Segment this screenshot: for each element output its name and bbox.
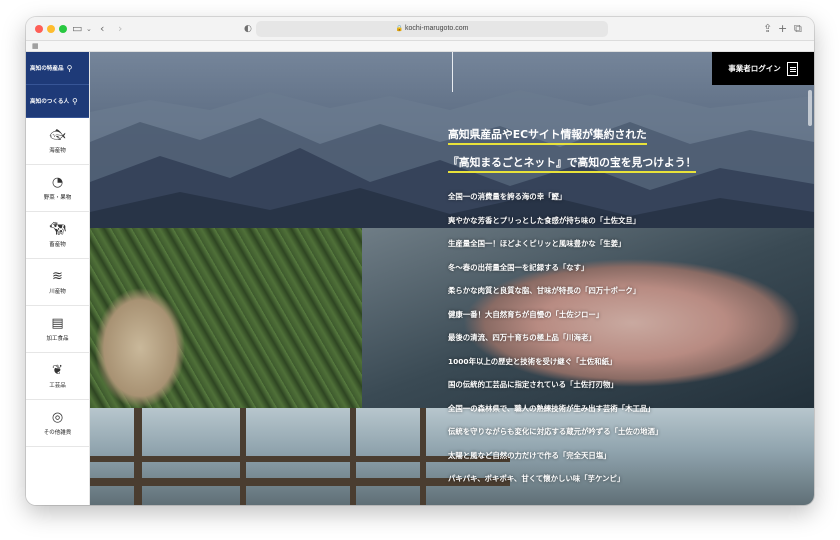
wooden-post	[350, 408, 356, 505]
river-waves-icon: ≋	[52, 268, 63, 284]
scroll-indicator-line	[452, 52, 453, 92]
search-producers-label: 高知のつくる人	[30, 99, 70, 105]
product-item: 全国一の森林県で、職人の熟練技術が生み出す芸術「木工品」	[448, 403, 655, 413]
favorites-bar: ▦	[26, 41, 814, 52]
category-label: 野菜・果物	[43, 194, 72, 201]
document-check-icon	[786, 61, 798, 76]
forward-arrow-icon[interactable]: ›	[118, 21, 122, 37]
search-specialty-products-button[interactable]: 高知の特産品 ⚲	[26, 52, 89, 85]
product-item: 1000年以上の歴史と技術を受け継ぐ「土佐和紙」	[448, 356, 617, 366]
product-item: 柔らかな肉質と良質な脂、甘味が特長の「四万十ポーク」	[448, 286, 641, 295]
category-livestock[interactable]: 🐄︎ 畜産物	[26, 212, 89, 259]
browser-window: ▭ ⌄ ‹ › ◐ 🔒 kochi-marugoto.com ⇪ + ⧉ ▦ 高知…	[26, 17, 814, 505]
close-window-button[interactable]	[35, 25, 43, 33]
product-item: 最後の清流、四万十育ちの極上品「川海老」	[448, 333, 596, 342]
back-arrow-icon[interactable]: ‹	[100, 21, 104, 37]
new-tab-icon[interactable]: +	[778, 21, 787, 37]
leaf-craft-icon: ❦	[52, 362, 63, 378]
ginger-photo	[90, 228, 362, 408]
product-item: 太陽と風など自然の力だけで作る「完全天日塩」	[448, 450, 611, 460]
hero-section: 事業者ログイン 高知県産品やECサイト情報が集約された 『高知まるごとネット』で…	[90, 52, 814, 505]
fruit-icon: ◔	[51, 174, 64, 190]
privacy-shield-icon[interactable]: ◐	[244, 21, 252, 37]
category-vegetables-fruits[interactable]: ◔ 野菜・果物	[26, 165, 89, 212]
wooden-post	[134, 408, 142, 505]
wooden-rail	[90, 478, 510, 486]
jar-icon: ▤	[51, 315, 64, 331]
category-river-products[interactable]: ≋ 川産物	[26, 259, 89, 306]
browser-titlebar: ▭ ⌄ ‹ › ◐ 🔒 kochi-marugoto.com ⇪ + ⧉	[26, 17, 814, 41]
category-misc-goods[interactable]: ◎ その他雑貨	[26, 400, 89, 447]
business-login-button[interactable]: 事業者ログイン	[712, 52, 814, 85]
sidebar-toggle-icon[interactable]: ▭	[72, 21, 82, 37]
share-icon[interactable]: ⇪	[763, 21, 772, 37]
product-item: 爽やかな芳香とプリっとした食感が持ち味の「土佐文旦」	[448, 215, 641, 225]
lock-icon: 🔒	[395, 26, 404, 32]
wooden-rail	[90, 456, 510, 462]
zoom-window-button[interactable]	[59, 25, 67, 33]
tab-overview-icon[interactable]: ⧉	[794, 21, 802, 37]
fish-icon: 🐟︎	[49, 127, 66, 143]
scrollbar[interactable]	[808, 90, 812, 126]
category-label: その他雑貨	[43, 429, 72, 436]
category-label: 畜産物	[49, 241, 66, 248]
category-processed-food[interactable]: ▤ 加工食品	[26, 306, 89, 353]
wooden-post	[420, 408, 426, 505]
circle-misc-icon: ◎	[51, 409, 64, 425]
wooden-post	[240, 408, 246, 505]
web-content: 高知の特産品 ⚲ 高知のつくる人 ⚲ 🐟︎ 海産物 ◔ 野菜・果物 🐄︎ 畜産物…	[26, 52, 814, 505]
product-item: 冬～春の出荷量全国一を記録する「なす」	[448, 262, 589, 272]
search-icon: ⚲	[66, 63, 73, 73]
headline-line-1: 高知県産品やECサイト情報が集約された	[448, 128, 647, 145]
product-list: 全国一の消費量を誇る海の幸「鰹」 爽やかな芳香とプリっとした食感が持ち味の「土佐…	[448, 193, 662, 499]
product-item: 生産量全国一！ほどよくピリッと風味豊かな「生姜」	[448, 239, 626, 248]
hero-headline: 高知県産品やECサイト情報が集約された 『高知まるごとネット』で高知の宝を見つけ…	[448, 128, 697, 173]
headline-line-2: 『高知まるごとネット』で高知の宝を見つけよう！	[448, 156, 697, 173]
product-item: 伝統を守りながらも変化に対応する蔵元が吟ずる「土佐の地酒」	[448, 427, 663, 436]
search-icon: ⚲	[72, 96, 78, 106]
category-crafts[interactable]: ❦ 工芸品	[26, 353, 89, 400]
search-producers-button[interactable]: 高知のつくる人 ⚲	[26, 85, 89, 118]
category-sidebar: 高知の特産品 ⚲ 高知のつくる人 ⚲ 🐟︎ 海産物 ◔ 野菜・果物 🐄︎ 畜産物…	[26, 52, 90, 505]
address-bar[interactable]: 🔒 kochi-marugoto.com	[256, 21, 608, 37]
chevron-down-icon[interactable]: ⌄	[86, 21, 92, 37]
minimize-window-button[interactable]	[47, 25, 55, 33]
login-label: 事業者ログイン	[728, 64, 781, 73]
category-label: 工芸品	[49, 382, 66, 389]
product-item: パキパキ、ポキポキ、甘くて懐かしい味「芋ケンピ」	[448, 474, 625, 483]
product-item: 国の伝統的工芸品に指定されている「土佐打刃物」	[448, 380, 618, 389]
url-text: kochi-marugoto.com	[405, 25, 469, 32]
category-seafood[interactable]: 🐟︎ 海産物	[26, 118, 89, 165]
product-item: 健康一番！大自然育ちが自慢の「土佐ジロー」	[448, 309, 604, 319]
search-specialty-label: 高知の特産品	[30, 66, 64, 72]
cow-icon: 🐄︎	[49, 221, 66, 237]
category-label: 加工食品	[46, 335, 69, 342]
category-label: 川産物	[49, 288, 66, 295]
category-label: 海産物	[49, 147, 66, 154]
product-item: 全国一の消費量を誇る海の幸「鰹」	[448, 192, 567, 201]
